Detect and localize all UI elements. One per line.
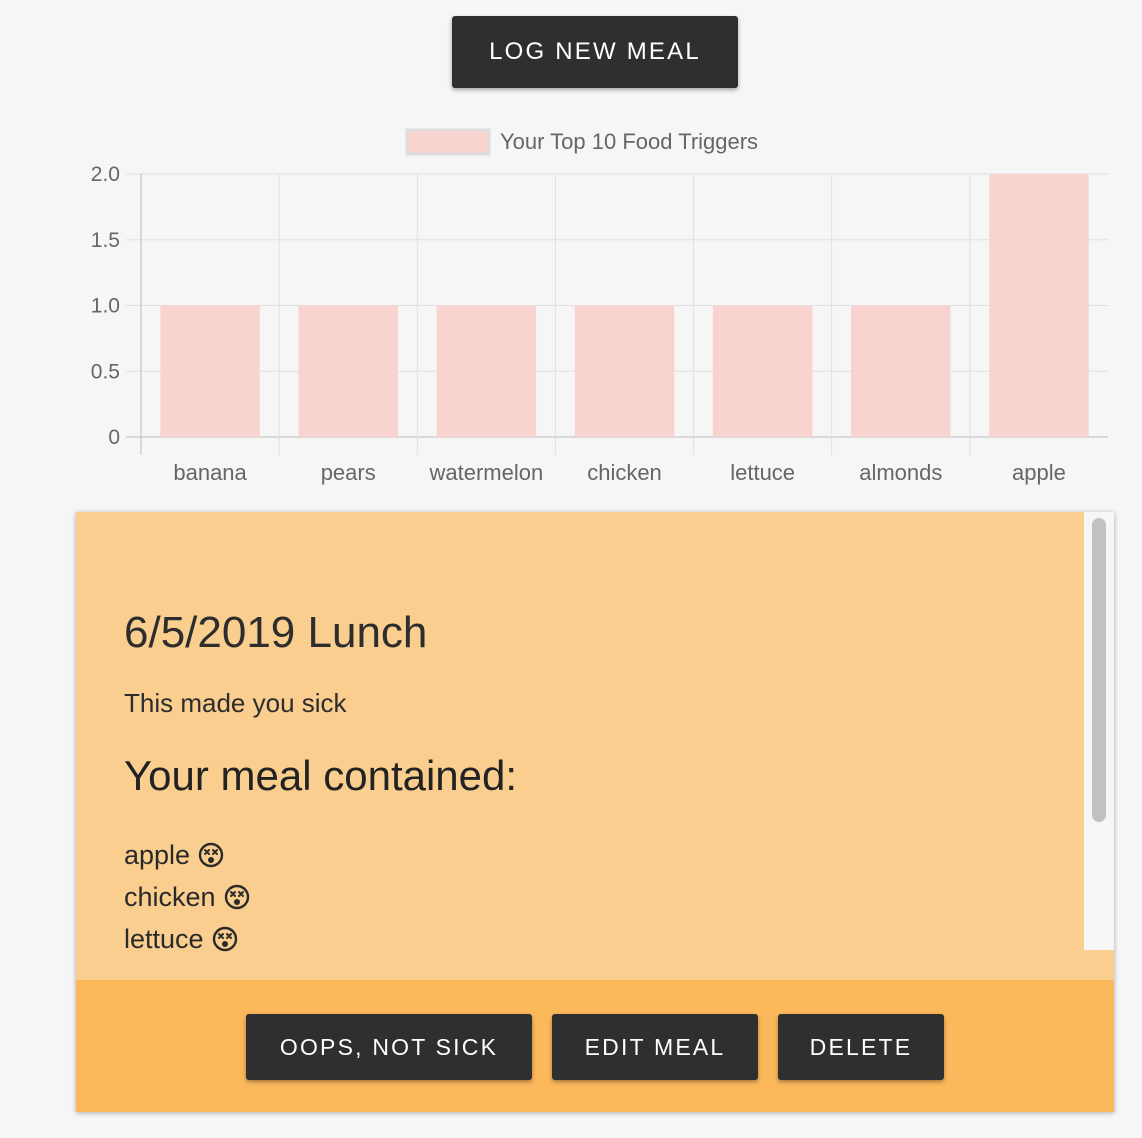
chart-bar xyxy=(436,305,537,437)
card-scrollbar[interactable] xyxy=(1084,512,1114,950)
food-item: chicken xyxy=(124,876,250,918)
meal-title: 6/5/2019 Lunch xyxy=(124,608,428,657)
chart-bar xyxy=(851,305,951,437)
food-item: lettuce xyxy=(124,918,250,960)
legend-label: Your Top 10 Food Triggers xyxy=(500,129,758,154)
meal-contents-heading: Your meal contained: xyxy=(124,752,518,799)
x-tick-label: almonds xyxy=(859,460,942,485)
y-tick-label: 1.5 xyxy=(91,229,120,252)
chart-bar xyxy=(160,305,260,437)
food-name: chicken xyxy=(124,882,216,912)
meal-card: 6/5/2019 Lunch This made you sick Your m… xyxy=(76,512,1114,1112)
y-tick-label: 2.0 xyxy=(91,163,120,186)
food-name: lettuce xyxy=(124,924,204,954)
chart-bar xyxy=(298,305,398,437)
x-tick-label: banana xyxy=(173,460,247,485)
y-tick-label: 1.0 xyxy=(91,295,120,318)
edit-meal-button[interactable]: EDIT MEAL xyxy=(552,1014,758,1080)
dizzy-face-icon xyxy=(224,884,249,910)
chart-bar xyxy=(574,305,675,437)
food-list: apple chicken lettuce xyxy=(124,834,250,960)
x-tick-label: chicken xyxy=(587,460,662,485)
dizzy-face-icon xyxy=(198,842,224,868)
y-tick-label: 0.5 xyxy=(91,360,120,383)
food-item: apple xyxy=(124,834,250,876)
x-tick-label: apple xyxy=(1012,460,1066,485)
x-tick-label: pears xyxy=(321,460,376,485)
x-tick-label: lettuce xyxy=(730,460,795,485)
delete-meal-button[interactable]: DELETE xyxy=(778,1014,944,1080)
meal-card-content: 6/5/2019 Lunch This made you sick Your m… xyxy=(76,512,1084,980)
log-new-meal-button[interactable]: LOG NEW MEAL xyxy=(452,16,738,88)
meal-card-actions: OOPS, NOT SICK EDIT MEAL DELETE xyxy=(76,980,1114,1112)
food-triggers-chart: Your Top 10 Food Triggers 0 0.5 1.0 1.5 2.0 ba… xyxy=(91,128,1108,485)
chart-bar xyxy=(989,174,1089,437)
food-name: apple xyxy=(124,840,191,870)
chart-bar xyxy=(712,305,813,437)
y-tick-label: 0 xyxy=(108,426,120,449)
dizzy-face-icon xyxy=(212,926,237,952)
scrollbar-thumb[interactable] xyxy=(1092,518,1106,822)
meal-status: This made you sick xyxy=(124,688,347,718)
legend-swatch xyxy=(405,128,491,156)
oops-not-sick-button[interactable]: OOPS, NOT SICK xyxy=(246,1014,532,1080)
x-tick-label: watermelon xyxy=(428,460,543,485)
